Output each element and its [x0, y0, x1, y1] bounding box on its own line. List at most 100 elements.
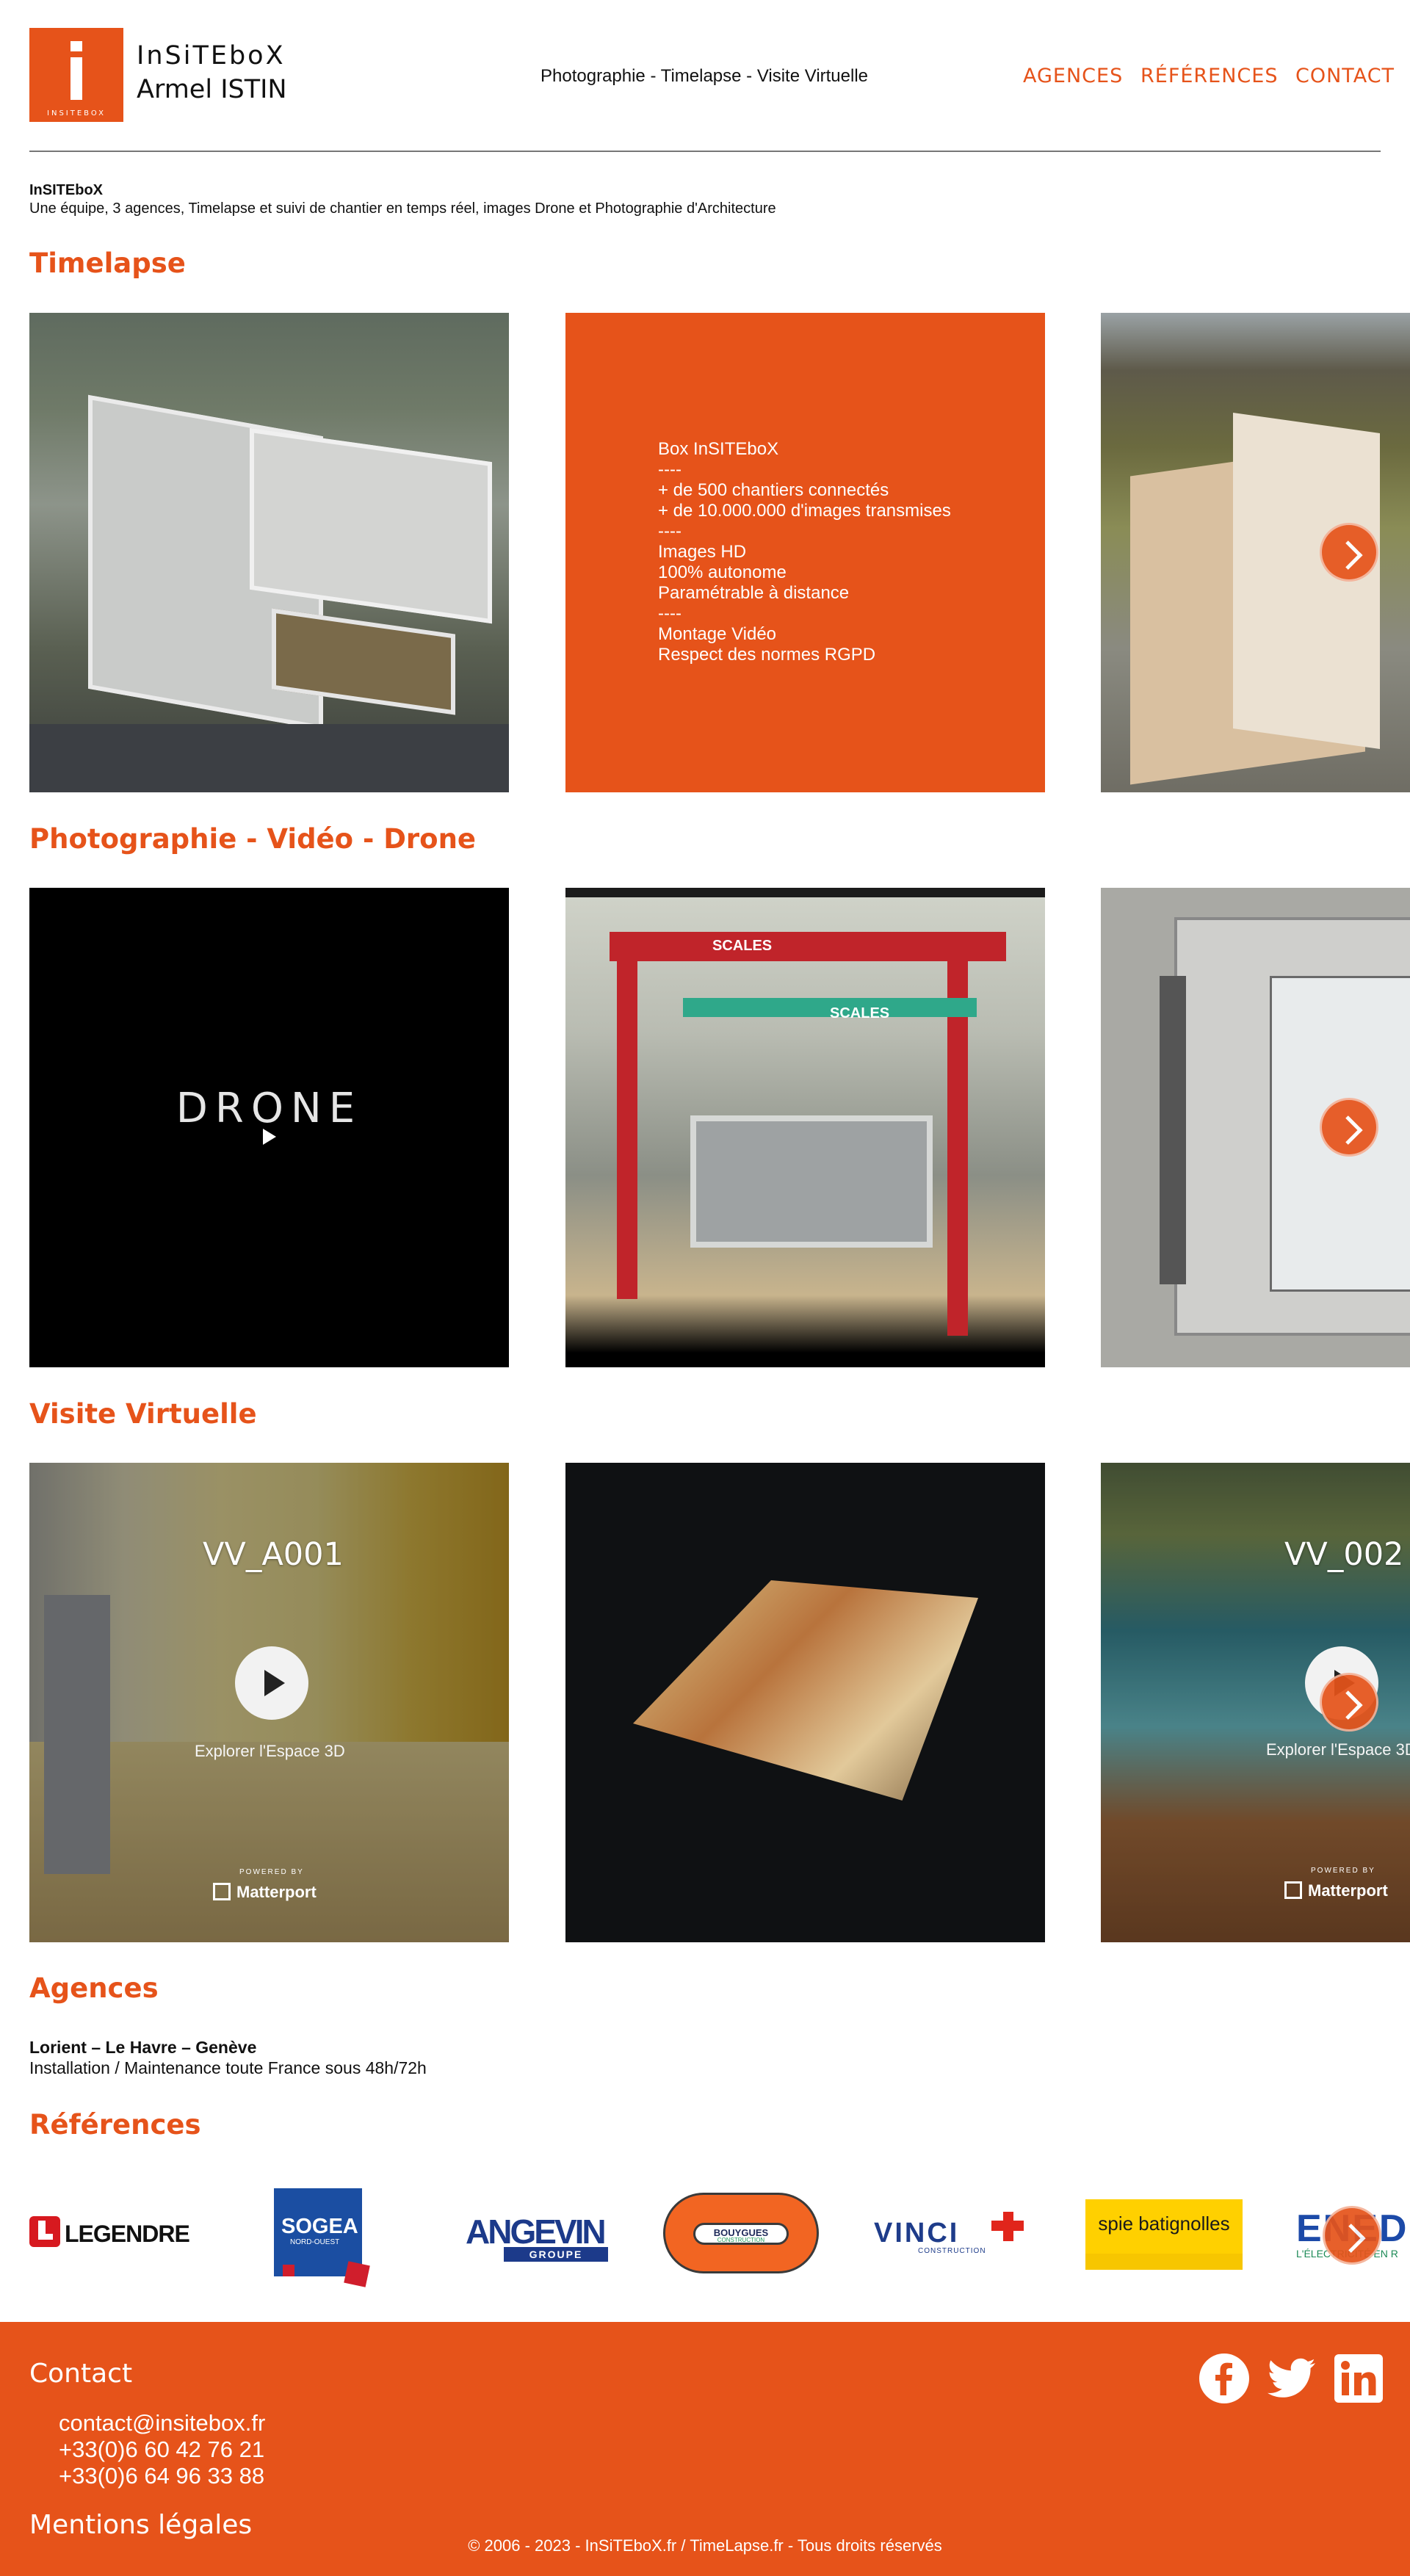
chevron-right-icon: [1333, 540, 1363, 570]
info-line: Respect des normes RGPD: [658, 645, 876, 665]
powered-by-label: POWERED BY: [1311, 1867, 1375, 1875]
section-title-virtual: Visite Virtuelle: [29, 1398, 257, 1430]
chevron-right-icon: [1336, 2224, 1366, 2253]
reference-logo-legendre[interactable]: LEGENDRE: [29, 2216, 190, 2248]
vinci-mark: [1003, 2212, 1013, 2241]
tour-play-button[interactable]: [235, 1646, 308, 1720]
drone-label: DRONE: [176, 1085, 363, 1132]
play-icon: [264, 1670, 285, 1696]
tour-title: VV_002: [1284, 1536, 1404, 1573]
brand-owner: Armel ISTIN: [137, 75, 287, 104]
angevin-text: ANGEVIN: [466, 2213, 607, 2251]
legendre-mark: [29, 2216, 60, 2247]
building: [1233, 412, 1380, 750]
photo-next-button[interactable]: [1320, 1098, 1378, 1157]
matterport-brand: Matterport: [236, 1883, 317, 1901]
info-line: 100% autonome: [658, 562, 787, 582]
gantry-leg: [617, 954, 637, 1299]
nav-agences[interactable]: AGENCES: [1023, 65, 1123, 87]
logo-i-stem: [70, 57, 82, 100]
steel-beam: [1160, 976, 1186, 1284]
angevin-subtext: GROUPE: [504, 2247, 608, 2262]
virtual-next-button[interactable]: [1320, 1673, 1378, 1732]
info-separator: ----: [658, 604, 682, 623]
info-line: Paramétrable à distance: [658, 583, 850, 603]
play-icon[interactable]: [263, 1129, 276, 1145]
virtual-tour-1[interactable]: VV_A001 Explorer l'Espace 3D POWERED BY …: [29, 1463, 509, 1942]
info-line: + de 500 chantiers connectés: [658, 480, 889, 500]
footer-contact-title: Contact: [29, 2359, 133, 2389]
references-next-button[interactable]: [1323, 2206, 1381, 2265]
legendre-text: LEGENDRE: [65, 2221, 190, 2247]
section-title-references: Références: [29, 2109, 201, 2141]
footer-phone-1[interactable]: +33(0)6 60 42 76 21: [59, 2436, 264, 2463]
nav-references[interactable]: RÉFÉRENCES: [1140, 65, 1278, 87]
agences-service: Installation / Maintenance toute France …: [29, 2058, 427, 2077]
timelapse-info-list: Box InSITEboX ---- + de 500 chantiers co…: [658, 439, 951, 665]
matterport-brand: Matterport: [1308, 1881, 1388, 1900]
drone-video-tile[interactable]: DRONE: [29, 888, 509, 1367]
photo-scales-tile[interactable]: SCALES SCALES: [565, 888, 1045, 1367]
bouygues-subtext: CONSTRUCTION: [717, 2237, 765, 2243]
building-wing: [250, 427, 492, 624]
dollhouse-model: [633, 1580, 978, 1801]
header-divider: [29, 151, 1381, 152]
footer-email[interactable]: contact@insitebox.fr: [59, 2410, 265, 2436]
sogea-cube: [283, 2265, 294, 2276]
reference-logo-vinci[interactable]: VINCI CONSTRUCTION: [874, 2212, 1031, 2256]
reference-logo-angevin[interactable]: ANGEVIN GROUPE: [460, 2212, 608, 2263]
brand-name: InSiTEboX: [137, 41, 286, 70]
tour-explore-label: Explorer l'Espace 3D: [195, 1742, 345, 1760]
intro-title: InSITEboX: [29, 182, 103, 198]
chevron-right-icon: [1333, 1690, 1363, 1720]
virtual-tour-3d-model[interactable]: [565, 1463, 1045, 1942]
section-title-agences: Agences: [29, 1972, 159, 2004]
timelapse-next-button[interactable]: [1320, 523, 1378, 582]
info-line: Images HD: [658, 542, 747, 562]
facebook-icon[interactable]: [1198, 2353, 1250, 2404]
reference-logo-sogea[interactable]: SOGEA NORD-OUEST: [274, 2188, 370, 2287]
footer-copyright: © 2006 - 2023 - InSiTEboX.fr / TimeLapse…: [468, 2536, 942, 2555]
chevron-right-icon: [1333, 1115, 1363, 1145]
intro-text: Une équipe, 3 agences, Timelapse et suiv…: [29, 200, 776, 217]
vinci-text: VINCI: [874, 2218, 960, 2248]
tour-explore-label: Explorer l'Espace 3D: [1266, 1740, 1410, 1759]
spie-text: spie batignolles: [1098, 2213, 1230, 2235]
linkedin-icon[interactable]: [1333, 2353, 1384, 2404]
gantry-beam: [610, 932, 1006, 961]
logo-i-dot: [70, 41, 82, 51]
nav-contact[interactable]: CONTACT: [1295, 65, 1395, 87]
section-title-photo: Photographie - Vidéo - Drone: [29, 823, 477, 855]
info-separator: ----: [658, 460, 682, 480]
info-line: Box InSITEboX: [658, 439, 779, 459]
scales-label: SCALES: [712, 938, 773, 954]
site-footer: Contact contact@insitebox.fr +33(0)6 60 …: [0, 2322, 1410, 2576]
reference-logo-bouygues[interactable]: BOUYGUES CONSTRUCTION: [663, 2193, 819, 2273]
vinci-subtext: CONSTRUCTION: [918, 2247, 986, 2255]
footer-phone-2[interactable]: +33(0)6 64 96 33 88: [59, 2463, 264, 2489]
powered-by-label: POWERED BY: [239, 1868, 304, 1876]
scales-label: SCALES: [830, 1005, 890, 1021]
sogea-subtext: NORD-OUEST: [290, 2238, 340, 2246]
info-line: + de 10.000.000 d'images transmises: [658, 501, 951, 521]
timelapse-photo-1[interactable]: [29, 313, 509, 792]
twitter-icon[interactable]: [1267, 2353, 1318, 2404]
logo-wordmark: INSITEBOX: [47, 109, 106, 117]
tour-title: VV_A001: [203, 1536, 344, 1573]
header-tagline: Photographie - Timelapse - Visite Virtue…: [540, 66, 869, 86]
sogea-text: SOGEA: [281, 2215, 358, 2238]
bouygues-badge: BOUYGUES CONSTRUCTION: [693, 2223, 789, 2245]
sogea-cube: [344, 2261, 370, 2287]
matterport-icon: [213, 1883, 231, 1900]
agences-cities: Lorient – Le Havre – Genève: [29, 2038, 257, 2057]
timelapse-info-card: Box InSITEboX ---- + de 500 chantiers co…: [565, 313, 1045, 792]
matterport-icon: [1284, 1881, 1302, 1899]
info-separator: ----: [658, 521, 682, 541]
info-line: Montage Vidéo: [658, 624, 777, 644]
section-title-timelapse: Timelapse: [29, 247, 186, 279]
street: [29, 724, 509, 792]
site-logo[interactable]: INSITEBOX: [29, 28, 123, 122]
footer-legal-link[interactable]: Mentions légales: [29, 2510, 252, 2540]
reference-logo-spie[interactable]: spie batignolles: [1085, 2199, 1243, 2270]
transformer-load: [690, 1115, 933, 1248]
